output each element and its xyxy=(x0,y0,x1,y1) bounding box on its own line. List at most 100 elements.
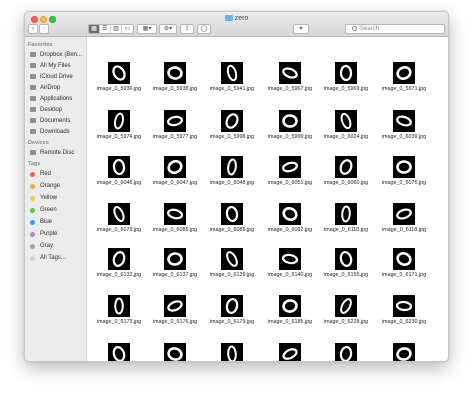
list-view-button[interactable]: ☰ xyxy=(100,25,111,33)
file-thumbnail[interactable] xyxy=(279,343,301,361)
arrange-button[interactable]: ▦▾ xyxy=(137,24,157,34)
sidebar-item[interactable]: Desktop xyxy=(25,104,86,115)
file-thumbnail[interactable] xyxy=(393,248,415,270)
file-thumbnail[interactable] xyxy=(164,295,186,317)
file-name-label[interactable]: image_0_6228.jpg xyxy=(318,319,374,325)
file-thumbnail[interactable] xyxy=(335,295,357,317)
file-thumbnail[interactable] xyxy=(279,156,301,178)
share-button[interactable]: ⇪ xyxy=(180,24,194,34)
file-name-label[interactable]: image_0_5971.jpg xyxy=(376,86,432,92)
file-thumbnail[interactable] xyxy=(108,295,130,317)
action-button[interactable]: ⚙▾ xyxy=(159,24,177,34)
file-name-label[interactable]: image_0_6140.jpg xyxy=(262,272,318,278)
file-thumbnail[interactable] xyxy=(164,248,186,270)
file-thumbnail[interactable] xyxy=(393,62,415,84)
file-name-label[interactable]: image_0_5938.jpg xyxy=(147,86,203,92)
file-thumbnail[interactable] xyxy=(393,110,415,132)
file-thumbnail[interactable] xyxy=(164,156,186,178)
file-thumbnail[interactable] xyxy=(221,110,243,132)
sidebar-tag-item[interactable]: Orange xyxy=(25,180,86,192)
file-name-label[interactable]: image_0_6046.jpg xyxy=(91,180,147,186)
file-name-label[interactable]: image_0_6086.jpg xyxy=(147,227,203,233)
file-name-label[interactable]: image_0_5967.jpg xyxy=(262,86,318,92)
file-thumbnail[interactable] xyxy=(335,343,357,361)
file-name-label[interactable]: image_0_5998.jpg xyxy=(204,134,260,140)
icon-view-button[interactable]: ▦ xyxy=(89,25,100,33)
sidebar-tag-item[interactable]: Purple xyxy=(25,228,86,240)
file-thumbnail[interactable] xyxy=(279,62,301,84)
file-thumbnail[interactable] xyxy=(335,62,357,84)
file-thumbnail[interactable] xyxy=(279,203,301,225)
file-thumbnail[interactable] xyxy=(221,203,243,225)
file-thumbnail[interactable] xyxy=(221,248,243,270)
file-thumbnail[interactable] xyxy=(221,156,243,178)
sidebar-item[interactable]: Applications xyxy=(25,93,86,104)
file-name-label[interactable]: image_0_6079.jpg xyxy=(91,227,147,233)
edit-tags-button[interactable]: ◯ xyxy=(197,24,211,34)
sidebar-item[interactable]: AirDrop xyxy=(25,82,86,93)
search-field[interactable]: Search xyxy=(345,24,445,34)
file-name-label[interactable]: image_0_6051.jpg xyxy=(262,180,318,186)
file-name-label[interactable]: image_0_5969.jpg xyxy=(318,86,374,92)
file-name-label[interactable]: image_0_6089.jpg xyxy=(204,227,260,233)
sidebar-tag-item[interactable]: Gray xyxy=(25,240,86,252)
file-thumbnail[interactable] xyxy=(393,343,415,361)
sidebar-tag-item[interactable]: Red xyxy=(25,168,86,180)
file-thumbnail[interactable] xyxy=(279,248,301,270)
sidebar-item[interactable]: Dropbox (Ben... xyxy=(25,49,86,60)
sidebar-item[interactable]: Remote Disc xyxy=(25,147,86,158)
sidebar-item[interactable]: All My Files xyxy=(25,60,86,71)
file-thumbnail[interactable] xyxy=(108,203,130,225)
file-name-label[interactable]: image_0_5936.jpg xyxy=(91,86,147,92)
forward-button[interactable]: › xyxy=(39,24,49,34)
file-thumbnail[interactable] xyxy=(164,203,186,225)
file-name-label[interactable]: image_0_6176.jpg xyxy=(147,319,203,325)
dropbox-button[interactable]: ▾ xyxy=(293,24,309,34)
file-name-label[interactable]: image_0_6039.jpg xyxy=(376,134,432,140)
file-name-label[interactable]: image_0_6137.jpg xyxy=(147,272,203,278)
file-thumbnail[interactable] xyxy=(108,110,130,132)
file-thumbnail[interactable] xyxy=(335,248,357,270)
file-name-label[interactable]: image_0_6024.jpg xyxy=(318,134,374,140)
sidebar-tag-item[interactable]: Blue xyxy=(25,216,86,228)
file-thumbnail[interactable] xyxy=(108,62,130,84)
file-thumbnail[interactable] xyxy=(164,110,186,132)
file-name-label[interactable]: image_0_6110.jpg xyxy=(318,227,374,233)
file-name-label[interactable]: image_0_6132.jpg xyxy=(91,272,147,278)
file-name-label[interactable]: image_0_5974.jpg xyxy=(91,134,147,140)
column-view-button[interactable]: ▥ xyxy=(111,25,122,33)
file-name-label[interactable]: image_0_6092.jpg xyxy=(262,227,318,233)
sidebar-item[interactable]: Downloads xyxy=(25,126,86,137)
file-thumbnail[interactable] xyxy=(335,110,357,132)
sidebar-item[interactable]: iCloud Drive xyxy=(25,71,86,82)
file-thumbnail[interactable] xyxy=(393,295,415,317)
file-thumbnail[interactable] xyxy=(164,62,186,84)
file-thumbnail[interactable] xyxy=(335,156,357,178)
file-thumbnail[interactable] xyxy=(164,343,186,361)
sidebar-item[interactable]: Documents xyxy=(25,115,86,126)
file-thumbnail[interactable] xyxy=(221,343,243,361)
sidebar-tag-item[interactable]: All Tags... xyxy=(25,252,86,264)
file-name-label[interactable]: image_0_5941.jpg xyxy=(204,86,260,92)
file-thumbnail[interactable] xyxy=(108,343,130,361)
file-name-label[interactable]: image_0_6173.jpg xyxy=(91,319,147,325)
file-name-label[interactable]: image_0_6179.jpg xyxy=(204,319,260,325)
file-thumbnail[interactable] xyxy=(108,156,130,178)
file-name-label[interactable]: image_0_6230.jpg xyxy=(376,319,432,325)
file-thumbnail[interactable] xyxy=(108,248,130,270)
file-name-label[interactable]: image_0_6155.jpg xyxy=(318,272,374,278)
back-button[interactable]: ‹ xyxy=(28,24,38,34)
file-name-label[interactable]: image_0_5977.jpg xyxy=(147,134,203,140)
file-name-label[interactable]: image_0_5999.jpg xyxy=(262,134,318,140)
file-thumbnail[interactable] xyxy=(221,295,243,317)
file-name-label[interactable]: image_0_6185.jpg xyxy=(262,319,318,325)
file-thumbnail[interactable] xyxy=(335,203,357,225)
sidebar-tag-item[interactable]: Green xyxy=(25,204,86,216)
file-thumbnail[interactable] xyxy=(393,203,415,225)
file-thumbnail[interactable] xyxy=(221,62,243,84)
file-name-label[interactable]: image_0_6047.jpg xyxy=(147,180,203,186)
file-name-label[interactable]: image_0_6060.jpg xyxy=(318,180,374,186)
file-name-label[interactable]: image_0_6118.jpg xyxy=(376,227,432,233)
file-thumbnail[interactable] xyxy=(393,156,415,178)
file-thumbnail[interactable] xyxy=(279,110,301,132)
